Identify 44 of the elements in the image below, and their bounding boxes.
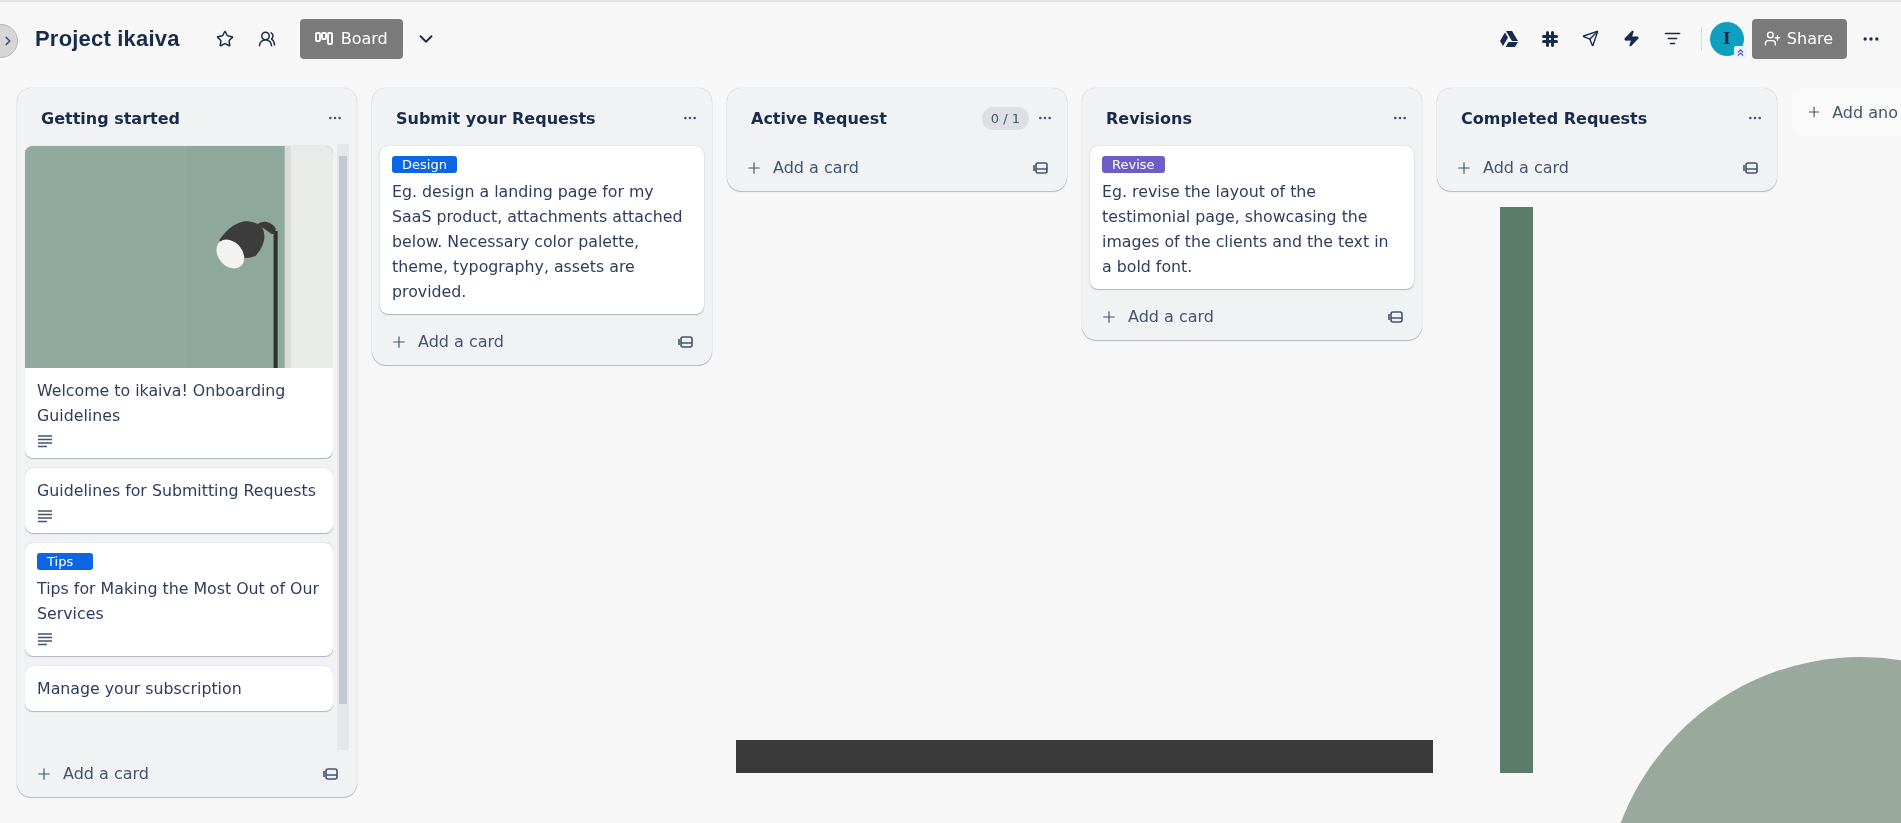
add-card-button[interactable]: Add a card [745, 158, 1033, 177]
add-card-button[interactable]: Add a card [1100, 307, 1388, 326]
task-card[interactable]: Guidelines for Submitting Requests [25, 468, 333, 533]
description-icon [37, 434, 53, 448]
card-template-icon[interactable] [678, 333, 694, 350]
card-title: Guidelines for Submitting Requests [37, 480, 316, 502]
board-view-button[interactable]: Board [299, 18, 403, 59]
card-template-icon[interactable] [1388, 308, 1404, 325]
list-title[interactable]: Getting started [41, 108, 323, 128]
list-title[interactable]: Submit your Requests [396, 108, 678, 128]
task-card[interactable]: Welcome to ikaiva! Onboarding Guidelines [25, 146, 333, 458]
card-template-icon[interactable] [1033, 159, 1049, 176]
card-title: Welcome to ikaiva! Onboarding Guidelines [37, 380, 287, 427]
task-card[interactable]: Revise Eg. revise the layout of the testimonial page, showcasing the images of the clients and the text in a bold font. [1090, 146, 1414, 289]
avatar-initial: I [1723, 29, 1731, 48]
task-card[interactable]: Design Eg. design a landing page for my SaaS product, attachments attached below. Necessary color palette, theme, typography, assets are provided. [380, 146, 704, 314]
card-label: Design [392, 156, 457, 173]
share-button[interactable]: Share [1751, 18, 1847, 59]
card-title: Eg. design a landing page for my SaaS product, attachments attached below. Necessary color palette, theme, typography, assets are provided. [392, 181, 684, 303]
card-template-icon[interactable] [323, 765, 339, 782]
scrollbar[interactable] [337, 144, 349, 750]
scrollbar-thumb[interactable] [339, 156, 347, 704]
card-template-icon[interactable] [1743, 159, 1759, 176]
list-title[interactable]: Revisions [1106, 108, 1388, 128]
board-title: Project ikaiva [35, 25, 180, 52]
card-count: 0 / 1 [981, 106, 1029, 130]
user-avatar[interactable]: I [1709, 21, 1744, 56]
card-title: Manage your subscription [37, 678, 242, 700]
board-icon [314, 31, 333, 46]
task-card[interactable]: Manage your subscription [25, 666, 333, 711]
task-card[interactable]: Tips Tips for Making the Most Out of Our Services [25, 543, 333, 656]
add-card-button[interactable]: Add a card [390, 332, 678, 351]
list-title[interactable]: Completed Requests [1461, 108, 1743, 128]
add-card-button[interactable]: Add a card [1455, 158, 1743, 177]
card-title: Tips for Making the Most Out of Our Services [37, 578, 320, 625]
card-title: Eg. revise the layout of the testimonial page, showcasing the images of the clients and the text in a bold font. [1102, 181, 1390, 278]
card-label: Revise [1102, 156, 1165, 173]
list-title[interactable]: Active Request [751, 108, 982, 128]
description-icon [37, 509, 53, 523]
add-card-button[interactable]: Add a card [35, 764, 323, 783]
card-label: Tips [37, 553, 93, 570]
chevrons-up-icon [1733, 45, 1747, 59]
add-user-icon [1763, 30, 1781, 47]
description-icon [37, 632, 53, 646]
